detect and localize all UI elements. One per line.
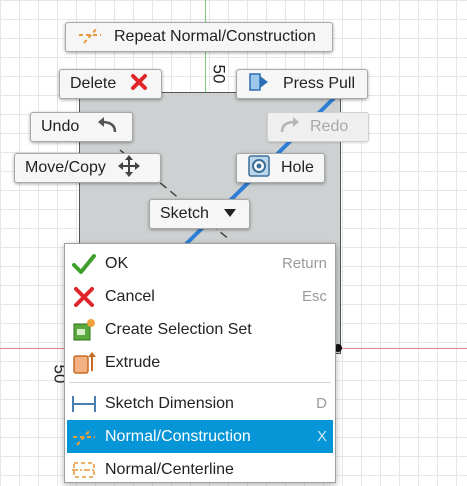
delete-label: Delete (70, 75, 117, 92)
menu-item-create-selection-set[interactable]: Create Selection Set (67, 313, 333, 346)
cancel-x-icon (71, 284, 97, 310)
move-copy-button[interactable]: Move/Copy (14, 153, 161, 183)
menu-item-extrude[interactable]: Extrude (67, 346, 333, 379)
construction-line-icon (76, 24, 104, 51)
repeat-command-label: Repeat Normal/Construction (114, 28, 316, 45)
menu-item-shortcut: Return (281, 255, 327, 272)
checkmark-icon (71, 251, 97, 277)
menu-item-shortcut: X (316, 428, 327, 445)
hole-button[interactable]: Hole (236, 153, 325, 183)
sketch-dropdown-button[interactable]: Sketch (149, 199, 250, 229)
press-pull-button[interactable]: Press Pull (236, 69, 368, 99)
menu-item-label: Normal/Construction (105, 427, 251, 445)
menu-item-sketch-dimension[interactable]: Sketch Dimension D (67, 387, 333, 420)
sketch-dimension-icon (71, 391, 97, 417)
sketch-label: Sketch (160, 205, 209, 222)
repeat-command-button[interactable]: Repeat Normal/Construction (65, 22, 333, 52)
construction-line-icon (71, 424, 97, 450)
move-copy-label: Move/Copy (25, 159, 106, 176)
menu-separator (69, 382, 331, 383)
selection-set-icon (71, 317, 97, 343)
menu-item-cancel[interactable]: Cancel Esc (67, 280, 333, 313)
menu-item-shortcut: Esc (301, 288, 327, 305)
menu-item-shortcut: D (316, 395, 327, 412)
delete-x-icon (130, 73, 148, 96)
press-pull-label: Press Pull (283, 75, 356, 92)
undo-label: Undo (41, 118, 80, 135)
hole-icon (247, 154, 271, 183)
redo-label: Redo (310, 118, 349, 135)
undo-button[interactable]: Undo (30, 112, 133, 142)
menu-item-label: Extrude (105, 353, 161, 371)
menu-item-ok[interactable]: OK Return (67, 247, 333, 280)
dimension-label-top[interactable]: 50 (208, 65, 228, 84)
context-menu: OK Return Cancel Esc Create Selection Se… (64, 243, 336, 483)
move-arrows-icon (117, 154, 140, 182)
extrude-icon (71, 350, 97, 376)
hole-label: Hole (281, 159, 314, 176)
menu-item-label: Cancel (105, 287, 155, 305)
menu-item-label: Create Selection Set (105, 320, 252, 338)
undo-arrow-icon (95, 115, 119, 140)
dropdown-triangle-icon (223, 205, 237, 223)
menu-item-normal-centerline[interactable]: Normal/Centerline (67, 453, 333, 486)
menu-item-label: OK (105, 254, 129, 272)
redo-button[interactable]: Redo (267, 112, 369, 142)
menu-item-normal-construction[interactable]: Normal/Construction X (67, 420, 333, 453)
redo-arrow-icon (278, 115, 302, 140)
menu-item-label: Sketch Dimension (105, 394, 234, 412)
press-pull-icon (247, 70, 271, 99)
delete-button[interactable]: Delete (59, 69, 162, 99)
centerline-icon (71, 457, 97, 483)
